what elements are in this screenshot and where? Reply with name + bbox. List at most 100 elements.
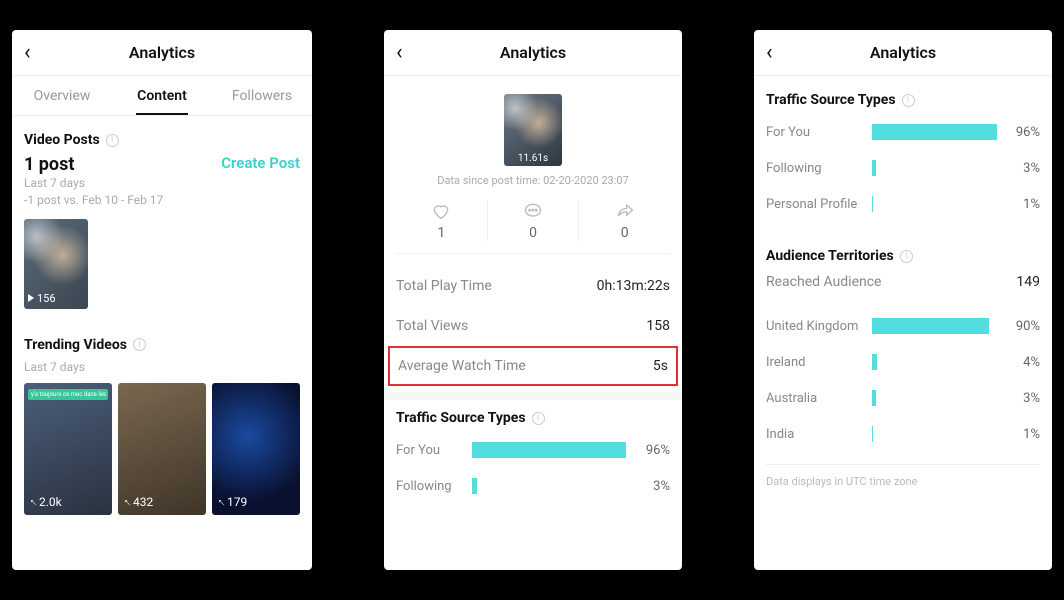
bar-row: For You96%: [396, 432, 670, 468]
post-sub1: Last 7 days: [24, 175, 163, 192]
bar-pct: 3%: [1002, 391, 1040, 406]
shares-value: 0: [621, 225, 629, 241]
bar-wrap: [872, 196, 1002, 212]
traffic-bar-list: For You96% Following 3%: [396, 432, 670, 504]
page-title: Analytics: [870, 43, 936, 62]
traffic-bar-list: For You96%Following3%Personal Profile1%: [766, 114, 1040, 222]
arrow-icon: ↑: [120, 495, 134, 509]
share-count: ↑2.0k: [30, 495, 62, 509]
total-play-time-row: Total Play Time 0h:13m:22s: [396, 266, 670, 306]
trending-sub: Last 7 days: [24, 359, 300, 376]
bar-label: Personal Profile: [766, 197, 872, 212]
comment-icon: [522, 201, 544, 221]
hero-thumbnail[interactable]: 11.61s: [504, 94, 562, 166]
post-count: 1 post: [24, 154, 163, 175]
body: Traffic Source Types i For You96%Followi…: [754, 76, 1052, 570]
arrow-icon: ↑: [26, 495, 40, 509]
bar-pct: 3%: [1002, 161, 1040, 176]
shares-cell: 0: [578, 201, 670, 241]
count-value: 432: [133, 495, 153, 509]
bar-wrap: [472, 442, 632, 458]
bar-row: Ireland4%: [766, 344, 1040, 380]
count-value: 179: [227, 495, 247, 509]
page-title: Analytics: [500, 43, 566, 62]
trending-thumb-3[interactable]: ↑179: [212, 383, 300, 515]
info-icon[interactable]: i: [902, 94, 915, 107]
bar-fill: [872, 426, 873, 442]
tab-content[interactable]: Content: [112, 76, 212, 115]
bar-fill: [872, 318, 989, 334]
trending-thumb-1[interactable]: y'a toujours ce mec dans les trains ↑2.0…: [24, 383, 112, 515]
tab-overview[interactable]: Overview: [12, 76, 112, 115]
bar-label: India: [766, 427, 872, 442]
header: ‹ Analytics: [12, 30, 312, 76]
stat-label: Total Views: [396, 318, 468, 334]
phone-post-analytics: ‹ Analytics 11.61s Data since post time:…: [384, 30, 682, 570]
video-posts-title: Video Posts i: [24, 132, 300, 148]
info-icon[interactable]: i: [900, 250, 913, 263]
stat-value: 5s: [653, 358, 668, 374]
divider: [384, 392, 682, 400]
bar-fill: [872, 160, 876, 176]
tab-followers[interactable]: Followers: [212, 76, 312, 115]
reached-audience-row: Reached Audience 149: [766, 270, 1040, 308]
trending-thumb-2[interactable]: ↑432: [118, 383, 206, 515]
stat-value: 158: [646, 318, 670, 334]
info-icon[interactable]: i: [532, 412, 545, 425]
traffic-source-title: Traffic Source Types i: [396, 410, 670, 426]
bar-pct: 3%: [632, 479, 670, 494]
play-count: 156: [28, 292, 56, 305]
share-count: ↑179: [218, 495, 247, 509]
bar-row: Following 3%: [396, 468, 670, 504]
comments-cell: 0: [487, 201, 579, 241]
header: ‹ Analytics: [384, 30, 682, 76]
bar-label: For You: [766, 125, 872, 140]
bar-fill: [472, 478, 477, 494]
avg-watch-row-highlighted: Average Watch Time 5s: [388, 346, 678, 386]
bar-pct: 96%: [1002, 125, 1040, 140]
likes-value: 1: [437, 225, 445, 241]
video-duration: 11.61s: [504, 153, 562, 164]
bar-pct: 96%: [632, 443, 670, 458]
bar-label: Following: [396, 479, 472, 494]
bar-wrap: [872, 160, 1002, 176]
header: ‹ Analytics: [754, 30, 1052, 76]
back-icon[interactable]: ‹: [396, 42, 403, 64]
bar-pct: 1%: [1002, 427, 1040, 442]
bar-wrap: [872, 124, 1002, 140]
bar-wrap: [872, 354, 1002, 370]
body: 11.61s Data since post time: 02-20-2020 …: [384, 76, 682, 570]
bar-pct: 90%: [1002, 319, 1040, 334]
data-since: Data since post time: 02-20-2020 23:07: [437, 174, 629, 187]
bar-wrap: [472, 478, 632, 494]
info-icon[interactable]: i: [133, 338, 146, 351]
territories-bar-list: United Kingdom 90% Ireland4% Australia 3% Ind…: [766, 308, 1040, 452]
play-icon: [28, 294, 34, 302]
bar-fill: [872, 354, 877, 370]
body: Video Posts i 1 post Last 7 days -1 post…: [12, 116, 312, 570]
section-label: Traffic Source Types: [396, 410, 526, 426]
bar-pct: 1%: [1002, 197, 1040, 212]
reached-value: 149: [1016, 274, 1040, 290]
bar-label: Australia: [766, 391, 872, 406]
info-icon[interactable]: i: [106, 134, 119, 147]
trending-row: y'a toujours ce mec dans les trains ↑2.0…: [24, 383, 300, 515]
stat-value: 0h:13m:22s: [597, 278, 670, 294]
video-thumbnail[interactable]: 156: [24, 219, 88, 309]
traffic-source-title: Traffic Source Types i: [766, 92, 1040, 108]
tabs: Overview Content Followers: [12, 76, 312, 116]
back-icon[interactable]: ‹: [24, 42, 31, 64]
create-post-button[interactable]: Create Post: [221, 154, 300, 172]
reached-label: Reached Audience: [766, 274, 881, 290]
bar-wrap: [872, 426, 1002, 442]
comments-value: 0: [529, 225, 537, 241]
section-label: Traffic Source Types: [766, 92, 896, 108]
phone-audience: ‹ Analytics Traffic Source Types i For Y…: [754, 30, 1052, 570]
bar-label: United Kingdom: [766, 319, 872, 334]
heart-icon: [430, 201, 452, 221]
footnote: Data displays in UTC time zone: [766, 464, 1040, 488]
back-icon[interactable]: ‹: [766, 42, 773, 64]
likes-cell: 1: [396, 201, 487, 241]
post-sub2: -1 post vs. Feb 10 - Feb 17: [24, 192, 163, 209]
page-title: Analytics: [129, 43, 195, 62]
